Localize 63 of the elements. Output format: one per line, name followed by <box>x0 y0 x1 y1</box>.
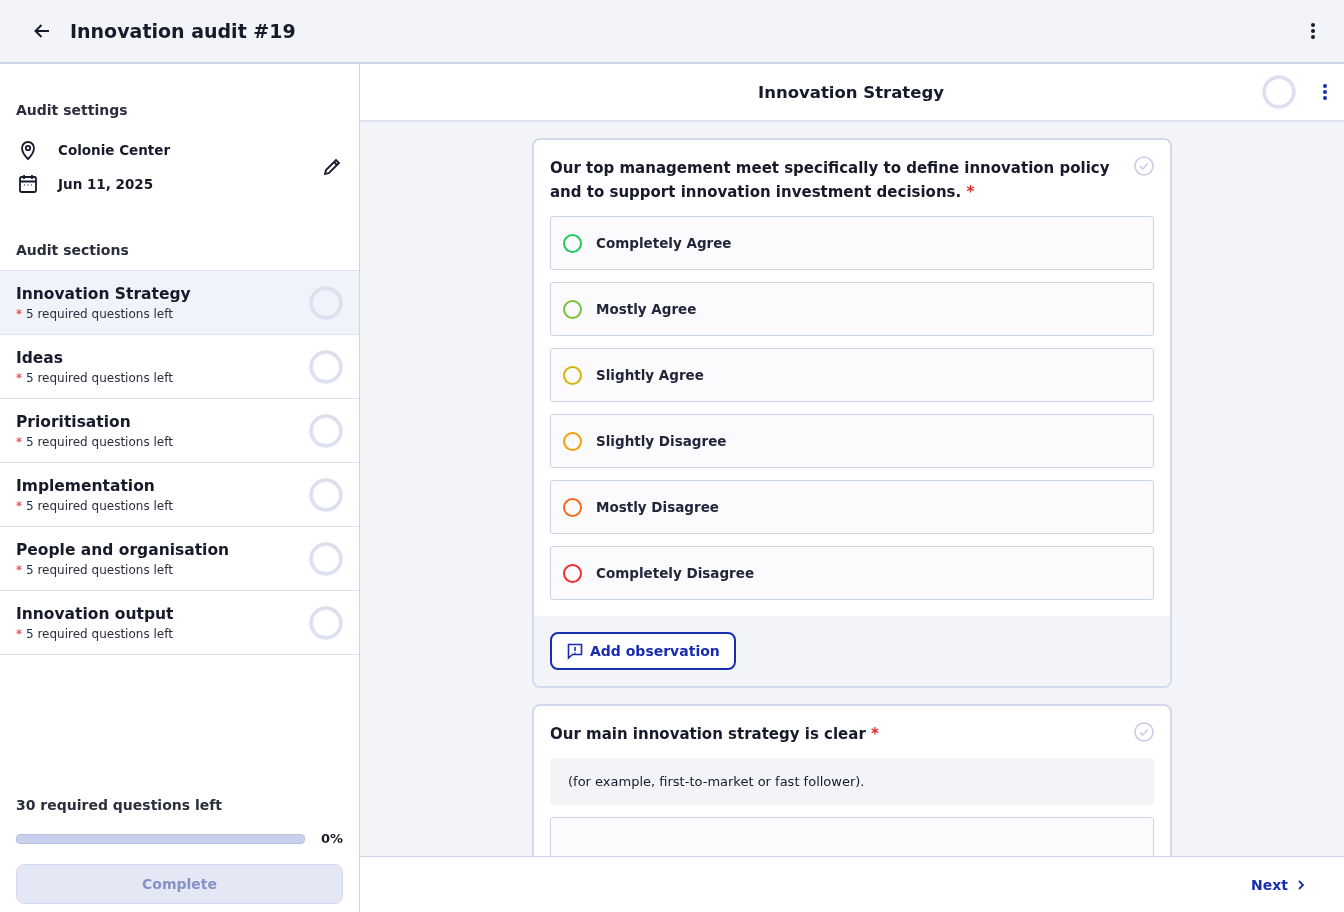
section-subtitle: 5 required questions left <box>26 434 173 449</box>
summary-text: 30 required questions left <box>15 797 223 813</box>
more-menu-button[interactable] <box>1322 83 1328 101</box>
section-title: Implementation <box>16 476 156 495</box>
answer-option[interactable]: Slightly Agree <box>550 348 1154 402</box>
section-subtitle: 5 required questions left <box>26 498 173 513</box>
progress-ring-icon <box>309 541 343 576</box>
more-menu-button[interactable] <box>1310 22 1316 40</box>
answer-option[interactable]: Mostly Disagree <box>550 480 1154 534</box>
question-hint: (for example, first-to-market or fast follower). <box>550 758 1154 805</box>
section-item[interactable]: Prioritisation * 5 required questions left <box>0 399 359 463</box>
chevron-right-icon <box>1296 878 1306 891</box>
progress-ring-icon <box>1262 75 1296 109</box>
section-title: People and organisation <box>16 540 231 559</box>
radio-circle[interactable] <box>563 299 582 319</box>
comment-alert-icon <box>566 642 584 660</box>
answer-option[interactable]: Completely Agree <box>550 216 1154 270</box>
check-circle-icon <box>1134 722 1154 742</box>
progress-ring-icon <box>309 413 343 448</box>
radio-circle[interactable] <box>563 497 582 517</box>
required-mark: * <box>16 306 22 321</box>
section-subtitle: 5 required questions left <box>26 306 173 321</box>
section-title: Innovation Strategy <box>16 284 192 303</box>
progress-ring-icon <box>309 349 343 384</box>
section-title: Prioritisation <box>16 412 132 431</box>
section-subtitle: 5 required questions left <box>26 626 173 641</box>
progress-ring-icon <box>309 605 343 640</box>
radio-circle[interactable] <box>563 365 582 385</box>
section-title: Innovation Strategy <box>757 82 945 102</box>
section-subtitle: 5 required questions left <box>26 562 173 577</box>
question-text: Our top management meet specifically to define innovation policy and to support innovation investment decisions. * <box>550 158 1111 203</box>
progress-percent: 0% <box>320 831 343 846</box>
radio-circle[interactable] <box>563 431 582 451</box>
section-item[interactable]: Innovation output * 5 required questions left <box>0 591 359 655</box>
required-mark: * <box>16 498 22 513</box>
required-mark: * <box>16 562 22 577</box>
add-observation-button[interactable]: Add observation <box>550 632 736 670</box>
section-item[interactable]: Innovation Strategy * 5 required questions left <box>0 271 359 335</box>
section-item[interactable]: People and organisation * 5 required questions left <box>0 527 359 591</box>
section-heading: Audit sections <box>15 242 130 258</box>
calendar-icon <box>16 172 40 196</box>
next-button[interactable]: Next <box>1245 875 1312 894</box>
edit-button[interactable] <box>321 156 343 178</box>
radio-circle[interactable] <box>563 233 582 253</box>
section-heading: Audit settings <box>15 102 129 118</box>
section-item[interactable]: Implementation * 5 required questions left <box>0 463 359 527</box>
page-title: Innovation audit #19 <box>70 20 297 42</box>
answer-option[interactable]: Mostly Agree <box>550 282 1154 336</box>
section-title: Innovation output <box>16 604 175 623</box>
date-text: Jun 11, 2025 <box>58 176 154 192</box>
progress-ring-icon <box>309 477 343 512</box>
radio-circle[interactable] <box>563 563 582 583</box>
answer-option[interactable]: Slightly Disagree <box>550 414 1154 468</box>
answer-option[interactable]: Completely Disagree <box>550 546 1154 600</box>
required-mark: * <box>16 626 22 641</box>
location-text: Colonie Center <box>58 142 171 158</box>
section-item[interactable]: Ideas * 5 required questions left <box>0 335 359 399</box>
check-circle-icon <box>1134 156 1154 176</box>
required-mark: * <box>16 434 22 449</box>
required-mark: * <box>16 370 22 385</box>
question-text: Our main innovation strategy is clear * <box>550 724 880 745</box>
section-title: Ideas <box>16 348 65 367</box>
section-subtitle: 5 required questions left <box>26 370 173 385</box>
